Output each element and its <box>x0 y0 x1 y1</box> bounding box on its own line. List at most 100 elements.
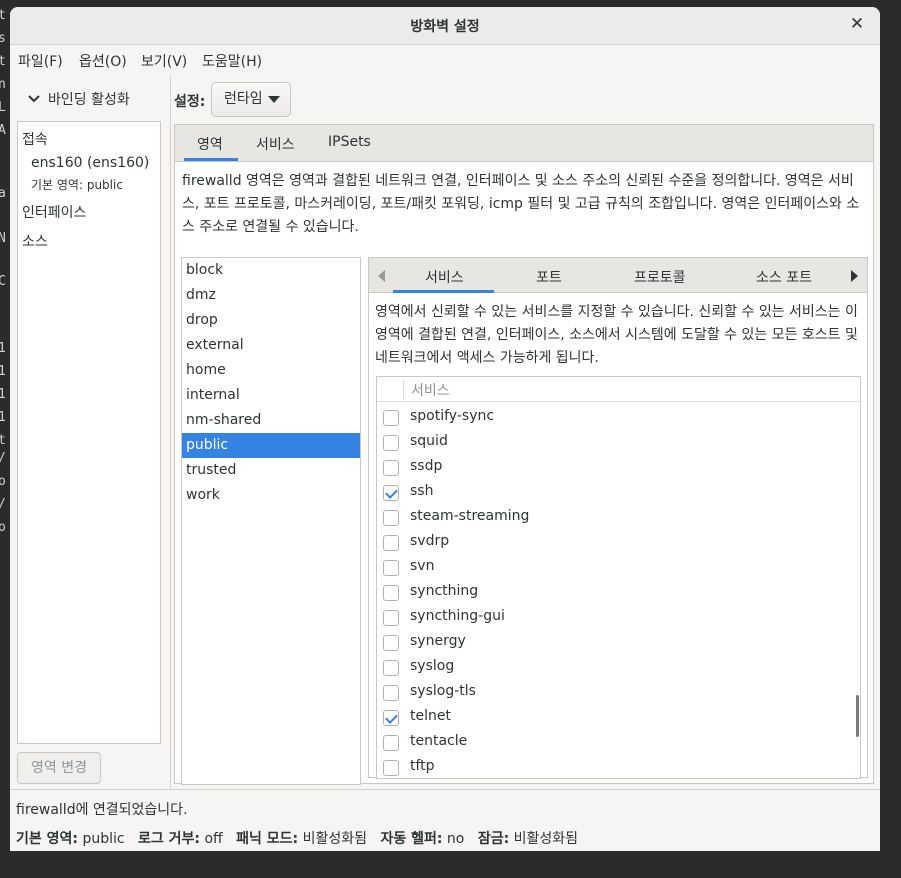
service-checkbox[interactable] <box>383 710 399 726</box>
log-denied-value: off <box>204 831 223 847</box>
default-zone-value: public <box>82 831 125 847</box>
menu-file[interactable]: 파일(F) <box>18 51 63 71</box>
service-name: tentacle <box>410 733 468 749</box>
connection-item[interactable]: ens160 (ens160) <box>31 155 149 171</box>
service-checkbox[interactable] <box>383 760 399 776</box>
tab-ipsets[interactable]: IPSets <box>328 134 371 150</box>
service-name: syncthing <box>410 583 479 599</box>
service-checkbox[interactable] <box>383 660 399 676</box>
default-zone-label: 기본 영역: <box>16 831 78 847</box>
service-checkbox[interactable] <box>383 735 399 751</box>
column-separator <box>403 380 404 399</box>
service-row[interactable]: syncthing-gui <box>377 605 847 630</box>
service-row[interactable]: steam-streaming <box>377 505 847 530</box>
chevron-down-icon <box>28 92 42 108</box>
service-name: svn <box>410 558 435 574</box>
zone-item-dmz[interactable]: dmz <box>182 283 360 308</box>
zone-item-internal[interactable]: internal <box>182 383 360 408</box>
service-checkbox[interactable] <box>383 685 399 701</box>
binding-list: 접속 ens160 (ens160) 기본 영역: public 인터페이스 소… <box>17 121 161 744</box>
binding-toggle[interactable]: 바인딩 활성화 <box>28 89 130 113</box>
service-name: telnet <box>410 708 451 724</box>
zone-list: block dmz drop external home internal nm… <box>181 257 361 785</box>
service-row[interactable]: svn <box>377 555 847 580</box>
background-terminal: tstn LAaN C111 1t/o /o <box>0 0 10 878</box>
service-row[interactable]: syncthing <box>377 580 847 605</box>
firewall-config-window: 방화벽 설정 ✕ 파일(F) 옵션(O) 보기(V) 도움말(H) 바인딩 활성… <box>10 7 880 851</box>
panic-mode-label: 패닉 모드: <box>236 831 299 847</box>
auto-helpers-value: no <box>446 831 465 847</box>
connections-header: 접속 <box>22 132 48 148</box>
lockdown-label: 잠금: <box>477 831 510 847</box>
service-name: spotify-sync <box>410 408 495 424</box>
service-row[interactable]: telnet <box>377 705 847 730</box>
service-row[interactable]: syslog <box>377 655 847 680</box>
service-checkbox[interactable] <box>383 410 399 426</box>
menu-view[interactable]: 보기(V) <box>141 51 187 71</box>
zone-item-external[interactable]: external <box>182 333 360 358</box>
zone-item-block[interactable]: block <box>182 258 360 283</box>
subtab-ports[interactable]: 포트 <box>536 267 562 287</box>
service-name: tftp <box>410 758 435 774</box>
service-row[interactable]: svdrp <box>377 530 847 555</box>
subtab-source-ports[interactable]: 소스 포트 <box>756 267 812 287</box>
service-name: squid <box>410 433 448 449</box>
service-checkbox[interactable] <box>383 635 399 651</box>
interfaces-header[interactable]: 인터페이스 <box>22 202 86 222</box>
service-checkbox[interactable] <box>383 535 399 551</box>
service-checkbox[interactable] <box>383 610 399 626</box>
vertical-scrollbar[interactable] <box>856 695 859 737</box>
main-tab-bar: 영역 서비스 IPSets <box>175 125 873 162</box>
connection-zone: 기본 영역: public <box>31 178 123 192</box>
zones-description: firewalld 영역은 영역과 결합된 네트워크 연결, 인터페이스 및 소… <box>182 173 860 235</box>
scroll-right-icon[interactable] <box>851 270 858 282</box>
config-dropdown[interactable]: 런타임 <box>211 82 291 117</box>
change-zone-button[interactable]: 영역 변경 <box>17 752 101 784</box>
binding-toggle-label: 바인딩 활성화 <box>48 92 130 108</box>
service-name: ssh <box>410 483 434 499</box>
sidebar-divider <box>170 75 171 789</box>
panic-mode-value: 비활성화됨 <box>302 831 368 847</box>
service-name: ssdp <box>410 458 443 474</box>
subtab-services[interactable]: 서비스 <box>425 267 464 287</box>
service-checkbox[interactable] <box>383 510 399 526</box>
services-table: 서비스 spotify-sync squid ssdp ssh steam-stream… <box>376 376 861 779</box>
services-column-header[interactable]: 서비스 <box>411 380 450 400</box>
menu-help[interactable]: 도움말(H) <box>202 51 262 71</box>
service-row[interactable]: syslog-tls <box>377 680 847 705</box>
zone-item-public[interactable]: public <box>182 433 360 458</box>
scroll-left-icon[interactable] <box>378 270 385 282</box>
zone-tab-bar: 서비스 포트 프로토콜 소스 포트 <box>369 258 867 293</box>
service-row[interactable]: synergy <box>377 630 847 655</box>
zone-item-nm-shared[interactable]: nm-shared <box>182 408 360 433</box>
zone-item-work[interactable]: work <box>182 483 360 508</box>
service-checkbox[interactable] <box>383 460 399 476</box>
service-name: syslog-tls <box>410 683 476 699</box>
menu-bar: 파일(F) 옵션(O) 보기(V) 도움말(H) <box>10 45 880 75</box>
config-value: 런타임 <box>224 91 263 107</box>
service-row[interactable]: ssdp <box>377 455 847 480</box>
service-row[interactable]: tentacle <box>377 730 847 755</box>
subtab-protocols[interactable]: 프로토콜 <box>634 267 686 287</box>
tab-services[interactable]: 서비스 <box>256 134 295 154</box>
zone-item-drop[interactable]: drop <box>182 308 360 333</box>
status-summary: 기본 영역: public 로그 거부: off 패닉 모드: 비활성화됨 자동… <box>16 828 578 848</box>
zone-settings-notebook: 서비스 포트 프로토콜 소스 포트 영역에서 신뢰할 수 있는 서비스를 지정할… <box>368 257 868 779</box>
main-notebook: 영역 서비스 IPSets firewalld 영역은 영역과 결합된 네트워크… <box>174 124 874 785</box>
desktop-background <box>880 0 901 878</box>
menu-options[interactable]: 옵션(O) <box>79 51 127 71</box>
service-checkbox[interactable] <box>383 435 399 451</box>
service-row[interactable]: tftp <box>377 755 847 778</box>
service-row[interactable]: ssh <box>377 480 847 505</box>
window-title: 방화벽 설정 <box>410 19 480 35</box>
zone-item-trusted[interactable]: trusted <box>182 458 360 483</box>
sources-header[interactable]: 소스 <box>22 231 48 251</box>
tab-zones[interactable]: 영역 <box>197 134 223 154</box>
close-icon[interactable]: ✕ <box>848 15 866 33</box>
service-checkbox[interactable] <box>383 485 399 501</box>
service-checkbox[interactable] <box>383 585 399 601</box>
service-checkbox[interactable] <box>383 560 399 576</box>
service-row[interactable]: spotify-sync <box>377 405 847 430</box>
zone-item-home[interactable]: home <box>182 358 360 383</box>
service-row[interactable]: squid <box>377 430 847 455</box>
